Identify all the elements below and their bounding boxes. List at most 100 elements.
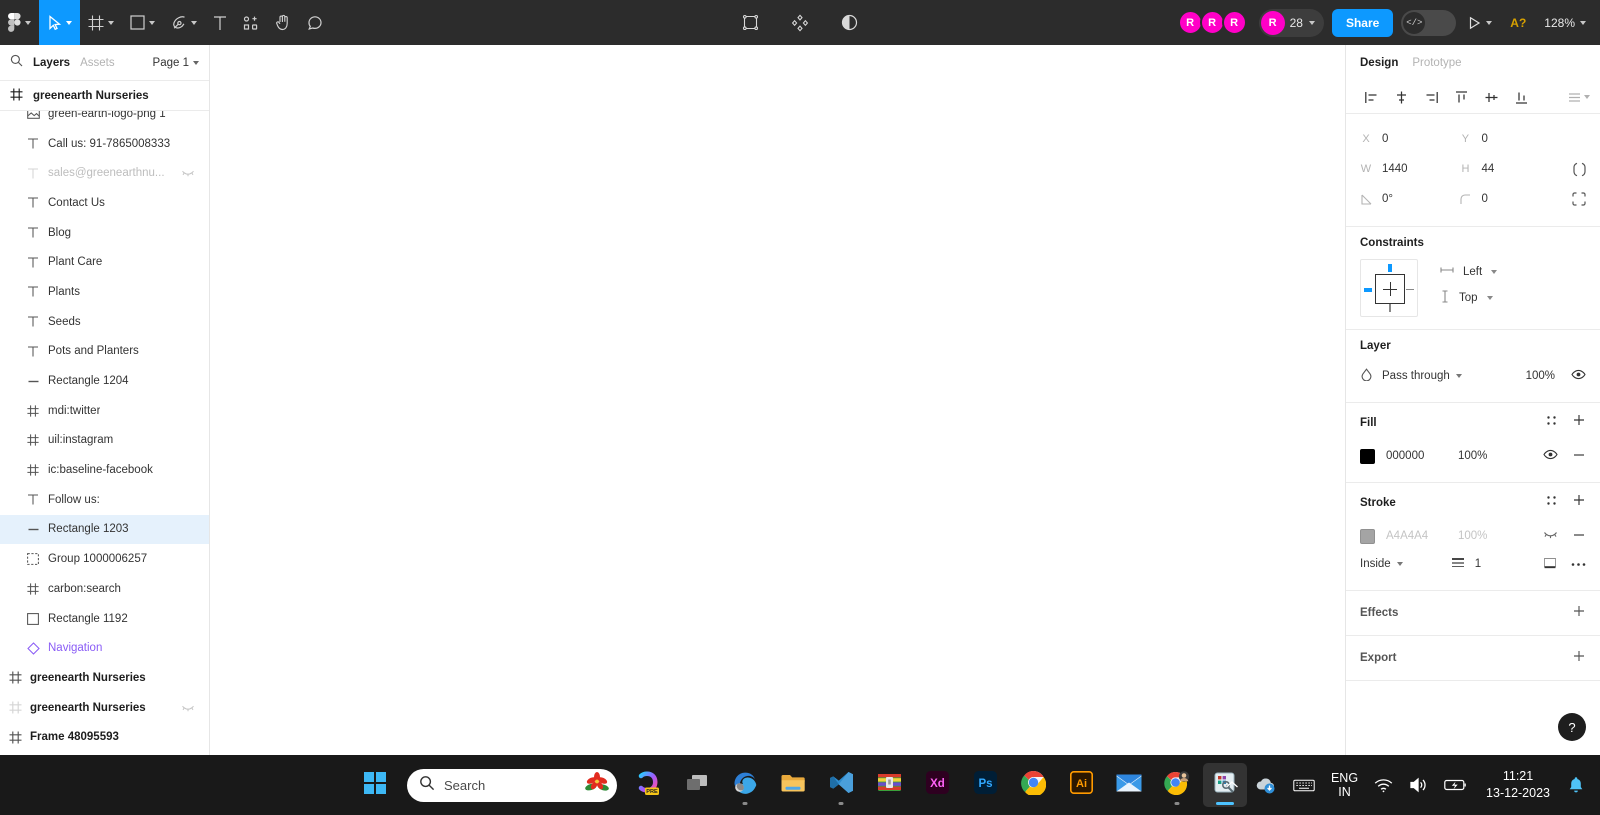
- constraint-mark-right[interactable]: [1406, 288, 1414, 290]
- plus-icon[interactable]: [1572, 493, 1586, 512]
- comment-tool-button[interactable]: [299, 0, 331, 45]
- stroke-hex-value[interactable]: A4A4A4: [1386, 530, 1458, 542]
- minus-icon[interactable]: [1572, 528, 1586, 545]
- text-tool-button[interactable]: [205, 0, 235, 45]
- accessibility-badge[interactable]: A?: [1504, 16, 1532, 30]
- battery-charging-icon[interactable]: [1436, 763, 1476, 807]
- layer-row[interactable]: Call us: 91-7865008333: [0, 129, 209, 159]
- tab-design[interactable]: Design: [1360, 57, 1398, 69]
- fill-opacity-value[interactable]: 100%: [1458, 450, 1514, 462]
- blend-mode-label[interactable]: Pass through: [1382, 370, 1450, 382]
- taskbar-app-mail[interactable]: [1107, 763, 1151, 807]
- align-bottom-icon[interactable]: [1506, 83, 1536, 111]
- layer-list[interactable]: green-earth-logo-png 1 Call us: 91-786500…: [0, 111, 209, 755]
- taskbar-app-vs-code[interactable]: [819, 763, 863, 807]
- layer-row[interactable]: Rectangle 1192: [0, 604, 209, 634]
- layer-row[interactable]: Navigation: [0, 633, 209, 663]
- plus-icon[interactable]: [1572, 649, 1586, 668]
- frame-tool-button[interactable]: [80, 0, 122, 45]
- plus-icon[interactable]: [1572, 413, 1586, 432]
- vertical-constraint-select[interactable]: Top: [1440, 290, 1497, 306]
- plus-icon[interactable]: [1572, 604, 1586, 623]
- layer-row[interactable]: Rectangle 1203: [0, 514, 209, 545]
- notification-bell-icon[interactable]: [1560, 763, 1592, 807]
- stroke-opacity-value[interactable]: 100%: [1458, 530, 1514, 542]
- constraint-mark-bottom[interactable]: [1389, 304, 1391, 312]
- align-right-icon[interactable]: [1416, 83, 1446, 111]
- clock[interactable]: 11:21 13-12-2023: [1476, 768, 1560, 802]
- chevron-up-icon[interactable]: [1217, 763, 1247, 807]
- present-button[interactable]: [1464, 16, 1496, 30]
- layer-row[interactable]: greenearth Nurseries: [0, 693, 209, 723]
- height-field[interactable]: H 44: [1459, 154, 1558, 184]
- fill-hex-value[interactable]: 000000: [1386, 450, 1458, 462]
- layer-row[interactable]: Plant Care: [0, 247, 209, 277]
- tab-prototype[interactable]: Prototype: [1412, 57, 1461, 69]
- layer-row[interactable]: Blog: [0, 218, 209, 248]
- layer-row[interactable]: Rectangle 1204: [0, 366, 209, 396]
- constraints-widget[interactable]: [1360, 259, 1418, 317]
- eye-hidden-icon[interactable]: [1543, 529, 1558, 543]
- rotation-field[interactable]: 0°: [1360, 184, 1459, 214]
- layer-row[interactable]: ic:baseline-facebook: [0, 455, 209, 485]
- speaker-volume-icon[interactable]: [1401, 763, 1436, 807]
- taskbar-app-winrar[interactable]: [867, 763, 911, 807]
- figma-menu-button[interactable]: [0, 0, 39, 45]
- style-picker-icon[interactable]: [1545, 494, 1558, 512]
- eye-visible-icon[interactable]: [1543, 448, 1558, 464]
- resources-tool-button[interactable]: [235, 0, 267, 45]
- layer-row[interactable]: Group 1000006257: [0, 544, 209, 574]
- distribute-menu-icon[interactable]: [1567, 90, 1590, 105]
- actions-button[interactable]: [783, 0, 817, 45]
- avatar[interactable]: R: [1177, 10, 1203, 35]
- layer-row[interactable]: uil:instagram: [0, 426, 209, 456]
- avatar[interactable]: R: [1199, 10, 1225, 35]
- minus-icon[interactable]: [1572, 448, 1586, 465]
- layer-opacity-value[interactable]: 100%: [1526, 370, 1555, 382]
- layer-row[interactable]: mdi:twitter: [0, 396, 209, 426]
- taskbar-app-adobe-xd[interactable]: Xd: [915, 763, 959, 807]
- share-button[interactable]: Share: [1331, 8, 1394, 37]
- shape-tool-button[interactable]: [122, 0, 163, 45]
- hand-tool-button[interactable]: [267, 0, 299, 45]
- y-field[interactable]: Y 0: [1459, 124, 1558, 154]
- stroke-color-swatch[interactable]: [1360, 528, 1375, 544]
- corner-radius-field[interactable]: 0: [1459, 184, 1558, 214]
- independent-corners-icon[interactable]: [1559, 184, 1586, 214]
- taskbar-app-chrome[interactable]: [1011, 763, 1055, 807]
- layer-row[interactable]: Seeds: [0, 307, 209, 337]
- align-horizontal-center-icon[interactable]: [1386, 83, 1416, 111]
- stroke-sides-icon[interactable]: [1543, 556, 1557, 573]
- stroke-weight-value[interactable]: 1: [1475, 558, 1481, 570]
- layer-row[interactable]: Frame 48095593: [0, 722, 209, 752]
- horizontal-constraint-select[interactable]: Left: [1440, 265, 1498, 278]
- layer-row[interactable]: carbon:search: [0, 574, 209, 604]
- constraint-mark-left[interactable]: [1364, 288, 1372, 292]
- eye-hidden-icon[interactable]: [181, 703, 195, 713]
- search-icon[interactable]: [10, 54, 23, 72]
- style-picker-icon[interactable]: [1545, 414, 1558, 432]
- fill-color-swatch[interactable]: [1360, 448, 1375, 464]
- align-left-icon[interactable]: [1356, 83, 1386, 111]
- keyboard-icon[interactable]: [1285, 763, 1323, 807]
- layer-row[interactable]: greenearth Nurseries: [0, 663, 209, 693]
- layer-row[interactable]: Pots and Planters: [0, 337, 209, 367]
- taskbar-app-illustrator[interactable]: Ai: [1059, 763, 1103, 807]
- align-vertical-center-icon[interactable]: [1476, 83, 1506, 111]
- root-frame-row[interactable]: greenearth Nurseries: [0, 81, 209, 111]
- eye-hidden-icon[interactable]: [181, 168, 195, 178]
- move-tool-button[interactable]: [39, 0, 80, 45]
- taskbar-search[interactable]: Search: [407, 768, 617, 802]
- more-options-icon[interactable]: [1571, 558, 1586, 570]
- dev-mode-toggle[interactable]: </>: [1401, 9, 1457, 36]
- help-button[interactable]: ?: [1558, 713, 1586, 741]
- start-button[interactable]: [353, 763, 397, 807]
- taskbar-app-chrome-profile[interactable]: [1155, 763, 1199, 807]
- pen-tool-button[interactable]: [163, 0, 205, 45]
- design-canvas[interactable]: [210, 45, 1345, 755]
- zoom-level-selector[interactable]: 128%: [1540, 16, 1590, 30]
- taskbar-app-photoshop[interactable]: Ps: [963, 763, 1007, 807]
- tab-assets[interactable]: Assets: [80, 57, 115, 69]
- stroke-position-select[interactable]: Inside: [1360, 558, 1391, 570]
- lock-aspect-ratio-icon[interactable]: [1559, 154, 1586, 184]
